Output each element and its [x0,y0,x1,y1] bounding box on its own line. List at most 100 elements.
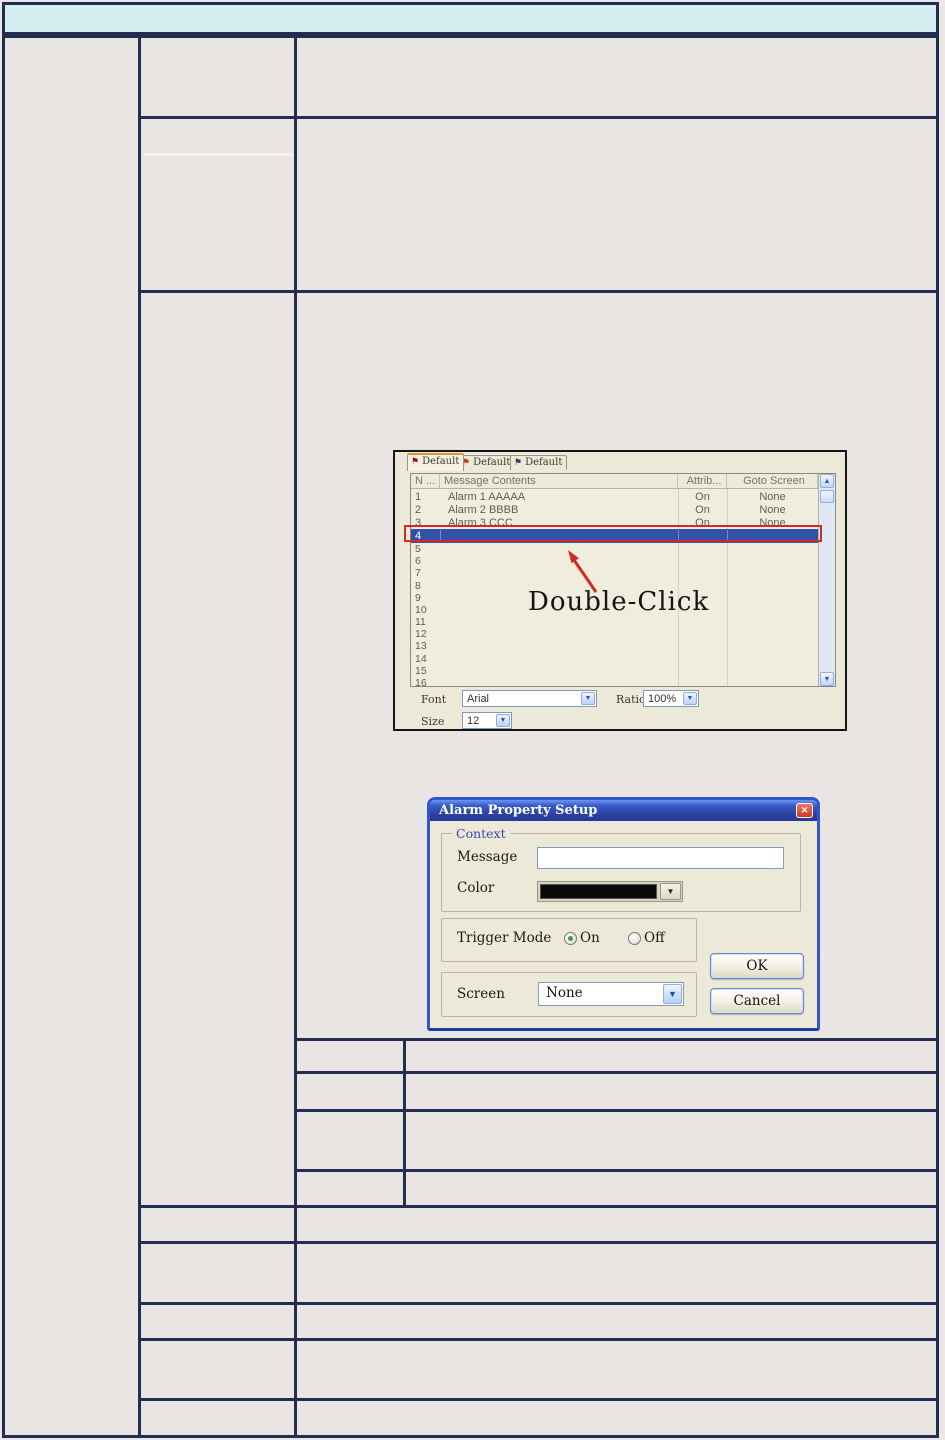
dropdown-arrow-icon: ▼ [666,887,675,896]
row-message: Alarm 1 AAAAA [448,491,526,503]
annotation-arrow [568,550,598,593]
row-number: 5 [415,543,421,555]
cancel-button-label: Cancel [733,993,781,1009]
row-number: 13 [415,640,427,653]
tab-label: Default [525,457,563,468]
trigger-mode-label: Trigger Mode [457,930,552,946]
scroll-down-button[interactable]: ▼ [820,672,834,686]
combo-arrow-icon[interactable]: ▼ [663,984,682,1004]
cancel-button[interactable]: Cancel [710,988,804,1014]
row-number: 10 [415,603,427,616]
document-page: ⚑ Default ⚑ Default ⚑ Default N ... Message… [0,0,945,1440]
highlight-annotation-rectangle [404,525,822,542]
message-label: Message [457,849,518,865]
row-goto-screen: None [759,504,786,516]
ok-button[interactable]: OK [710,953,804,979]
document-table [2,35,939,1438]
table-grid-line [141,290,938,293]
row-attribute: On [695,491,710,503]
washed-text-strip [144,153,294,156]
empty-row-numbers: 5 6 7 8 9 10 11 12 13 14 15 16 [411,543,439,689]
column-header-message-contents[interactable]: Message Contents [440,474,678,488]
table-grid-line [141,1241,938,1244]
table-grid-line [138,35,141,1438]
row-number: 8 [415,579,421,592]
table-grid-line [141,116,938,119]
row-number: 11 [415,616,426,629]
row-number: 1 [415,491,422,503]
scroll-up-icon: ▲ [823,477,831,485]
font-select[interactable]: Arial ▼ [462,690,597,707]
ratio-select[interactable]: 100% ▼ [643,690,699,707]
tab-default-2[interactable]: ⚑ Default [458,455,516,470]
combo-arrow-icon[interactable]: ▼ [683,692,697,705]
tab-label: Default [473,457,511,468]
close-button[interactable]: ✕ [796,803,813,818]
column-header-goto-screen[interactable]: Goto Screen [727,474,818,488]
row-number: 6 [415,555,421,568]
list-header-row: N ... Message Contents Attrib... Goto Sc… [411,474,818,489]
column-header-number[interactable]: N ... [411,474,440,488]
dialog-title: Alarm Property Setup [439,803,598,818]
alarm-row-2[interactable]: 2 Alarm 2 BBBB On None [411,503,818,517]
table-grid-line [141,1398,938,1401]
dialog-titlebar[interactable]: Alarm Property Setup [430,800,817,821]
table-grid-line [297,1109,938,1112]
tab-default-3[interactable]: ⚑ Default [510,455,568,470]
row-attribute: On [695,504,710,516]
flag-icon: ⚑ [514,458,523,468]
radio-on-label: On [580,930,600,946]
screen-select[interactable]: None ▼ [538,982,684,1006]
color-swatch [540,884,657,899]
tab-label: Default [422,456,460,467]
vertical-scrollbar[interactable]: ▲ ▼ [818,474,835,686]
radio-on[interactable] [564,932,577,945]
tab-default-1[interactable]: ⚑ Default [407,453,465,471]
row-number: 16 [415,676,427,689]
scroll-up-button[interactable]: ▲ [820,474,834,488]
table-grid-line [141,1205,938,1208]
row-number: 12 [415,628,427,641]
row-number: 9 [415,591,421,604]
alarm-list-screenshot: ⚑ Default ⚑ Default ⚑ Default N ... Message… [393,450,847,731]
screen-label: Screen [457,986,505,1002]
combo-arrow-icon[interactable]: ▼ [496,714,510,727]
message-input[interactable] [537,847,784,869]
font-label: Font [421,693,447,706]
color-select[interactable]: ▼ [537,881,683,902]
message-value [538,850,542,865]
color-dropdown-button[interactable]: ▼ [660,883,681,900]
color-label: Color [457,880,495,896]
radio-off-label: Off [644,930,665,946]
table-grid-line [403,1038,406,1208]
size-select[interactable]: 12 ▼ [462,712,512,729]
radio-off[interactable] [628,932,641,945]
row-number: 2 [415,504,422,516]
ratio-label: Ratio [616,693,646,706]
row-number: 7 [415,567,421,580]
flag-icon: ⚑ [411,457,420,467]
row-number: 15 [415,664,427,677]
header-banner [2,2,939,35]
ratio-value: 100% [648,693,677,705]
column-header-attribute[interactable]: Attrib... [678,474,727,488]
size-label: Size [421,715,445,728]
table-grid-line [297,1169,938,1172]
alarm-row-1[interactable]: 1 Alarm 1 AAAAA On None [411,490,818,504]
row-message: Alarm 2 BBBB [448,504,519,516]
alarm-property-setup-dialog: Alarm Property Setup ✕ Context Message C… [427,797,820,1031]
table-grid-line [297,1038,938,1041]
table-grid-line [294,35,297,1438]
scrollbar-thumb[interactable] [820,490,834,503]
context-group-caption: Context [452,826,510,841]
size-value: 12 [467,715,480,727]
screen-value: None [546,985,583,1001]
table-grid-line [141,1302,938,1305]
row-goto-screen: None [759,491,786,503]
font-value: Arial [467,693,490,705]
row-number: 14 [415,652,427,665]
close-icon: ✕ [800,805,809,815]
combo-arrow-icon[interactable]: ▼ [581,692,595,705]
alarm-message-list[interactable]: N ... Message Contents Attrib... Goto Sc… [410,473,836,689]
table-grid-line [141,1338,938,1341]
